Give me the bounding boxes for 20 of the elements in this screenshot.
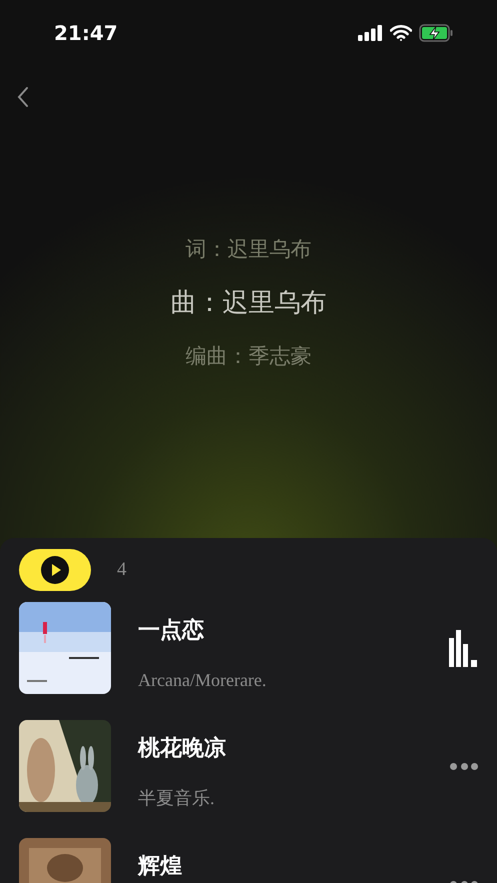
status-time: 21:47 (54, 20, 118, 47)
song-title: 桃花晚凉 (138, 735, 227, 763)
credit-line: 编曲：季志豪 (186, 342, 312, 370)
wifi-icon (390, 25, 412, 41)
song-artist: Arcana/Morerare. (138, 669, 268, 692)
song-artist: 半夏音乐. (138, 787, 216, 810)
equalizer-icon (449, 630, 478, 666)
song-row[interactable]: 一点恋 Arcana/Morerare. (19, 602, 478, 694)
song-row[interactable]: 辉煌 (19, 838, 478, 883)
credit-line: 词：迟里乌布 (186, 236, 312, 263)
more-button[interactable] (450, 761, 478, 771)
song-title: 一点恋 (138, 616, 205, 645)
credit-line: 曲：迟里乌布 (170, 286, 326, 320)
play-icon (41, 556, 69, 584)
signal-icon (358, 25, 383, 41)
song-count: 4 (117, 558, 126, 582)
play-button[interactable] (19, 549, 91, 591)
battery-charging-icon (419, 24, 453, 42)
song-row[interactable]: 桃花晚凉 半夏音乐. (19, 720, 478, 812)
song-title: 辉煌 (138, 853, 183, 881)
